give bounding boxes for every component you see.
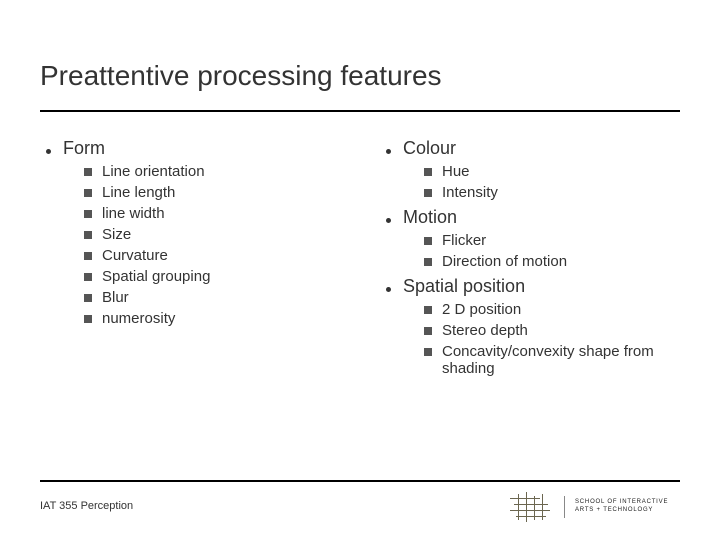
logo-text: SCHOOL OF INTERACTIVE ARTS + TECHNOLOGY: [575, 499, 668, 515]
item-label: numerosity: [102, 310, 175, 327]
content-columns: Form Line orientation Line length line w…: [40, 112, 680, 381]
square-icon: [424, 189, 432, 197]
list-item: Blur: [84, 289, 340, 306]
square-icon: [84, 273, 92, 281]
group-label: Spatial position: [403, 276, 525, 297]
list-item: Direction of motion: [424, 253, 680, 270]
item-label: Hue: [442, 163, 470, 180]
list-item: Intensity: [424, 184, 680, 201]
spatial-items: 2 D position Stereo depth Concavity/conv…: [380, 301, 680, 377]
slide-title: Preattentive processing features: [40, 0, 680, 110]
square-icon: [84, 252, 92, 260]
square-icon: [424, 258, 432, 266]
item-label: Size: [102, 226, 131, 243]
right-column: Colour Hue Intensity Motion Flicker Dire…: [380, 132, 680, 381]
item-label: Line orientation: [102, 163, 205, 180]
item-label: Direction of motion: [442, 253, 567, 270]
group-form: Form: [40, 138, 340, 159]
item-label: Flicker: [442, 232, 486, 249]
square-icon: [424, 168, 432, 176]
siat-logo: SCHOOL OF INTERACTIVE ARTS + TECHNOLOGY: [510, 490, 680, 524]
list-item: Spatial grouping: [84, 268, 340, 285]
item-label: Curvature: [102, 247, 168, 264]
form-items: Line orientation Line length line width …: [40, 163, 340, 327]
item-label: Blur: [102, 289, 129, 306]
list-item: Curvature: [84, 247, 340, 264]
logo-line2: ARTS + TECHNOLOGY: [575, 507, 668, 515]
square-icon: [84, 231, 92, 239]
square-icon: [84, 168, 92, 176]
list-item: Line orientation: [84, 163, 340, 180]
list-item: 2 D position: [424, 301, 680, 318]
item-label: Spatial grouping: [102, 268, 210, 285]
motion-items: Flicker Direction of motion: [380, 232, 680, 270]
bullet-icon: [46, 149, 51, 154]
list-item: numerosity: [84, 310, 340, 327]
logo-separator: [564, 496, 565, 518]
bullet-icon: [386, 287, 391, 292]
square-icon: [84, 294, 92, 302]
square-icon: [424, 306, 432, 314]
square-icon: [84, 315, 92, 323]
logo-line1: SCHOOL OF INTERACTIVE: [575, 499, 668, 507]
footer-rule: [40, 480, 680, 482]
left-column: Form Line orientation Line length line w…: [40, 132, 340, 381]
square-icon: [424, 327, 432, 335]
group-label: Motion: [403, 207, 457, 228]
bullet-icon: [386, 149, 391, 154]
square-icon: [84, 210, 92, 218]
list-item: Line length: [84, 184, 340, 201]
logo-mark-icon: [510, 492, 554, 522]
square-icon: [424, 348, 432, 356]
item-label: Concavity/convexity shape from shading: [442, 343, 680, 377]
group-motion: Motion: [380, 207, 680, 228]
item-label: Line length: [102, 184, 175, 201]
item-label: Intensity: [442, 184, 498, 201]
list-item: Stereo depth: [424, 322, 680, 339]
item-label: Stereo depth: [442, 322, 528, 339]
square-icon: [424, 237, 432, 245]
slide: Preattentive processing features Form Li…: [0, 0, 720, 540]
footer-text: IAT 355 Perception: [40, 500, 133, 512]
square-icon: [84, 189, 92, 197]
item-label: line width: [102, 205, 165, 222]
list-item: line width: [84, 205, 340, 222]
list-item: Flicker: [424, 232, 680, 249]
list-item: Concavity/convexity shape from shading: [424, 343, 680, 377]
bullet-icon: [386, 218, 391, 223]
group-label: Colour: [403, 138, 456, 159]
item-label: 2 D position: [442, 301, 521, 318]
group-label: Form: [63, 138, 105, 159]
list-item: Hue: [424, 163, 680, 180]
colour-items: Hue Intensity: [380, 163, 680, 201]
list-item: Size: [84, 226, 340, 243]
group-spatial: Spatial position: [380, 276, 680, 297]
group-colour: Colour: [380, 138, 680, 159]
